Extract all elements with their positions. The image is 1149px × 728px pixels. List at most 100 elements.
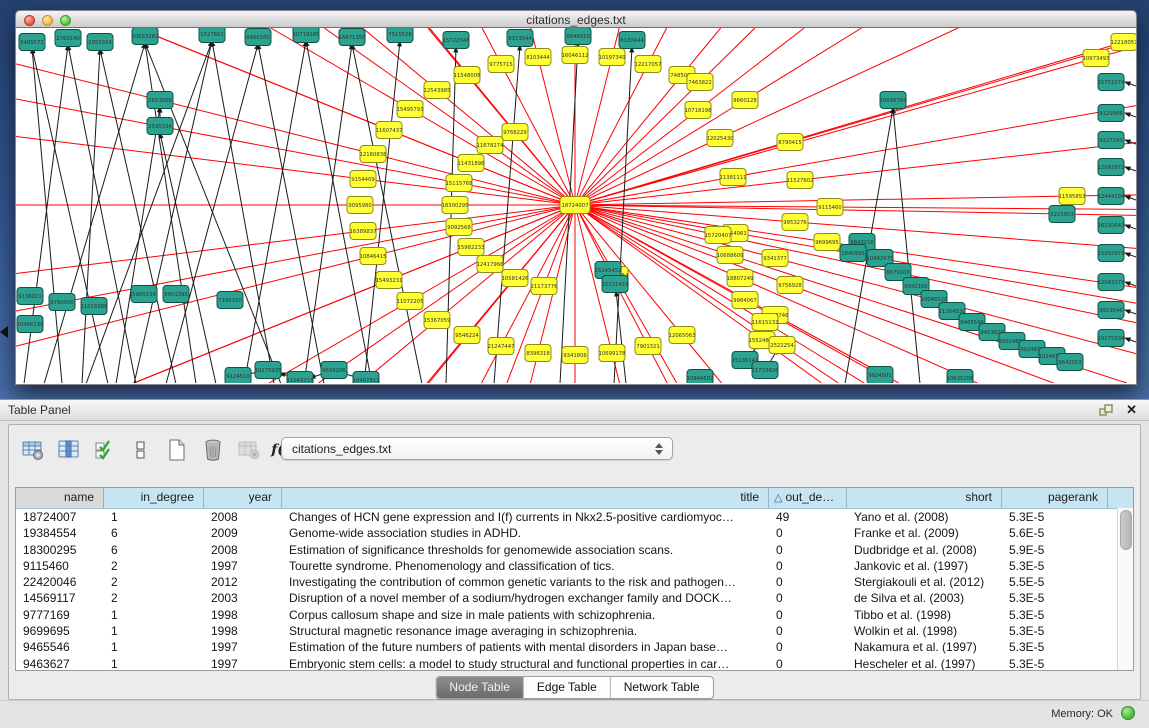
tab-edge-table[interactable]: Edge Table bbox=[523, 677, 610, 698]
column-header-title[interactable]: title bbox=[282, 488, 769, 508]
svg-text:9124510: 9124510 bbox=[226, 374, 250, 380]
row-height-icon[interactable] bbox=[127, 436, 155, 464]
tab-network-table[interactable]: Network Table bbox=[610, 677, 713, 698]
cell-out_degree: 0 bbox=[769, 574, 847, 590]
cell-pagerank: 5.3E-5 bbox=[1002, 639, 1108, 655]
svg-text:9136021: 9136021 bbox=[18, 294, 42, 300]
cell-in_degree: 2 bbox=[104, 574, 204, 590]
table-row[interactable]: 1456911722003Disruption of a novel membe… bbox=[16, 590, 1133, 606]
delete-entries-icon[interactable] bbox=[199, 436, 227, 464]
cell-in_degree: 1 bbox=[104, 607, 204, 623]
network-window-title: citations_edges.txt bbox=[16, 13, 1136, 27]
cell-title: Disruption of a novel member of a sodium… bbox=[282, 590, 769, 606]
cell-name: 9463627 bbox=[16, 656, 104, 671]
svg-text:11431898: 11431898 bbox=[458, 161, 486, 167]
cell-out_degree: 0 bbox=[769, 590, 847, 606]
svg-text:16671358: 16671358 bbox=[339, 35, 367, 41]
node-table: namein_degreeyeartitle△out_de…shortpager… bbox=[15, 487, 1134, 671]
scrollbar-thumb[interactable] bbox=[1120, 510, 1132, 550]
svg-text:16648784: 16648784 bbox=[880, 98, 908, 104]
table-body: 1872400712008Changes of HCN gene express… bbox=[16, 509, 1133, 671]
svg-text:9129966: 9129966 bbox=[1099, 111, 1123, 117]
column-header-in_degree[interactable]: in_degree bbox=[104, 488, 204, 508]
table-row[interactable]: 1830029562008Estimation of significance … bbox=[16, 542, 1133, 558]
cell-pagerank: 5.9E-5 bbox=[1002, 542, 1108, 558]
network-window-titlebar[interactable]: citations_edges.txt bbox=[15, 10, 1137, 28]
svg-text:10275935: 10275935 bbox=[255, 368, 282, 374]
network-window[interactable]: citations_edges.txt 18724007160461121019… bbox=[15, 10, 1137, 385]
svg-text:10466135: 10466135 bbox=[17, 322, 44, 328]
cell-year: 1998 bbox=[204, 623, 282, 639]
table-selector-dropdown[interactable]: citations_edges.txt bbox=[281, 437, 673, 460]
svg-text:9115460: 9115460 bbox=[818, 205, 842, 211]
svg-text:12543985: 12543985 bbox=[424, 88, 451, 94]
select-rows-icon[interactable] bbox=[91, 436, 119, 464]
float-panel-icon[interactable] bbox=[1099, 404, 1113, 417]
svg-text:15367059: 15367059 bbox=[424, 318, 451, 324]
column-header-out_degree[interactable]: △out_de… bbox=[769, 488, 847, 508]
table-settings-icon[interactable] bbox=[19, 436, 47, 464]
svg-text:9154409: 9154409 bbox=[351, 177, 375, 183]
cell-name: 19384554 bbox=[16, 525, 104, 541]
table-row[interactable]: 911546021997Tourette syndrome. Phenomeno… bbox=[16, 558, 1133, 574]
svg-text:10197349: 10197349 bbox=[599, 55, 626, 61]
svg-text:15982233: 15982233 bbox=[458, 245, 485, 251]
table-row[interactable]: 946554611997Estimation of the future num… bbox=[16, 639, 1133, 655]
citation-network-graph[interactable]: 1872400716046112101973491221705774850838… bbox=[16, 28, 1136, 383]
column-header-short[interactable]: short bbox=[847, 488, 1002, 508]
column-header-name[interactable]: name bbox=[16, 488, 104, 508]
cell-pagerank: 5.3E-5 bbox=[1002, 623, 1108, 639]
svg-text:18300295: 18300295 bbox=[442, 203, 469, 209]
create-table-icon[interactable] bbox=[163, 436, 191, 464]
svg-text:9924501: 9924501 bbox=[868, 373, 892, 379]
table-vertical-scrollbar[interactable] bbox=[1117, 508, 1133, 670]
svg-text:2653056: 2653056 bbox=[148, 98, 172, 104]
svg-text:15131414: 15131414 bbox=[602, 282, 630, 288]
svg-text:10973493: 10973493 bbox=[1083, 56, 1110, 62]
cell-title: Structural magnetic resonance image aver… bbox=[282, 623, 769, 639]
panel-collapse-arrow-icon[interactable] bbox=[0, 326, 8, 338]
svg-text:3215953: 3215953 bbox=[1050, 212, 1074, 218]
cell-name: 9777169 bbox=[16, 607, 104, 623]
svg-text:10635206: 10635206 bbox=[947, 376, 975, 382]
memory-ok-indicator[interactable] bbox=[1121, 706, 1135, 720]
cell-pagerank: 5.3E-5 bbox=[1002, 590, 1108, 606]
table-row[interactable]: 946362711997Embryonic stem cells: a mode… bbox=[16, 656, 1133, 671]
column-header-year[interactable]: year bbox=[204, 488, 282, 508]
close-panel-icon[interactable]: ✕ bbox=[1126, 402, 1137, 418]
cell-short: de Silva et al. (2003) bbox=[847, 590, 1002, 606]
table-row[interactable]: 1938455462009Genome-wide association stu… bbox=[16, 525, 1133, 541]
svg-text:9699695: 9699695 bbox=[815, 240, 839, 246]
delete-table-icon[interactable] bbox=[235, 436, 263, 464]
svg-text:5905139: 5905139 bbox=[132, 292, 156, 298]
table-type-tabs: Node Table Edge Table Network Table bbox=[435, 676, 713, 699]
svg-text:2055934: 2055934 bbox=[88, 40, 112, 46]
svg-text:10719185: 10719185 bbox=[293, 32, 320, 38]
cell-pagerank: 5.6E-5 bbox=[1002, 525, 1108, 541]
network-canvas[interactable]: 1872400716046112101973491221705774850838… bbox=[15, 28, 1137, 385]
svg-text:11733426: 11733426 bbox=[752, 368, 780, 374]
tab-node-table[interactable]: Node Table bbox=[436, 677, 523, 698]
svg-text:9341377: 9341377 bbox=[763, 256, 787, 262]
svg-text:11043218: 11043218 bbox=[287, 378, 315, 383]
svg-text:11607437: 11607437 bbox=[376, 128, 403, 134]
cell-year: 2009 bbox=[204, 525, 282, 541]
svg-text:5901395: 5901395 bbox=[164, 292, 188, 298]
table-row[interactable]: 969969511998Structural magnetic resonanc… bbox=[16, 623, 1133, 639]
cell-short: Nakamura et al. (1997) bbox=[847, 639, 1002, 655]
svg-text:11527602: 11527602 bbox=[787, 178, 814, 184]
svg-text:8130444: 8130444 bbox=[620, 38, 644, 44]
svg-text:21247447: 21247447 bbox=[488, 344, 515, 350]
cell-year: 2008 bbox=[204, 509, 282, 525]
table-row[interactable]: 2242004622012Investigating the contribut… bbox=[16, 574, 1133, 590]
cell-out_degree: 0 bbox=[769, 525, 847, 541]
show-column-icon[interactable] bbox=[55, 436, 83, 464]
svg-text:5405572: 5405572 bbox=[20, 40, 44, 46]
svg-text:11678274: 11678274 bbox=[477, 143, 505, 149]
cell-short: Jankovic et al. (1997) bbox=[847, 558, 1002, 574]
svg-text:9342165: 9342165 bbox=[904, 284, 928, 290]
column-header-pagerank[interactable]: pagerank bbox=[1002, 488, 1108, 508]
svg-text:8396318: 8396318 bbox=[526, 351, 550, 357]
table-row[interactable]: 1872400712008Changes of HCN gene express… bbox=[16, 509, 1133, 525]
table-row[interactable]: 977716911998Corpus callosum shape and si… bbox=[16, 607, 1133, 623]
